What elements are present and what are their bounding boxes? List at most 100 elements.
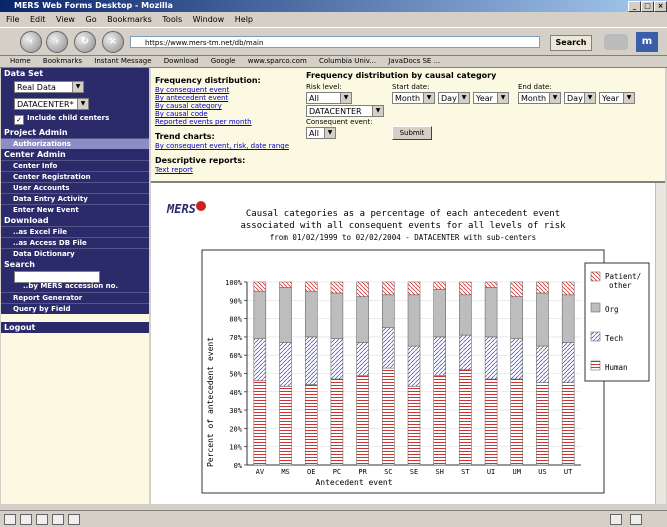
freq-heading: Frequency distribution:	[155, 76, 261, 85]
bar-patient-other-um	[510, 281, 524, 297]
link-text-report[interactable]: Text report	[155, 166, 193, 174]
menu-go[interactable]: Go	[86, 15, 97, 24]
sidebar-item-access[interactable]: ..as Access DB File	[1, 237, 149, 248]
chart-subtitle: from 01/02/1999 to 02/02/2004 - DATACENT…	[270, 233, 536, 242]
sidebar-item-center-registration[interactable]: Center Registration	[1, 171, 149, 182]
chevron-down-icon: ▼	[458, 93, 469, 103]
chevron-down-icon: ▼	[324, 128, 335, 138]
link-by-causal-code[interactable]: By causal code	[155, 110, 208, 118]
sidebar-item-user-accounts[interactable]: User Accounts	[1, 182, 149, 193]
sidebar-item-report-generator[interactable]: Report Generator	[1, 292, 149, 303]
dataset-header: Data Set	[1, 68, 149, 79]
bar-patient-other-av	[253, 281, 267, 292]
composer-icon[interactable]	[52, 514, 64, 525]
connection-icon	[610, 514, 622, 525]
bar-org-ui	[484, 287, 498, 338]
x-tick-label: UM	[513, 468, 521, 476]
close-button[interactable]: ×	[654, 1, 667, 12]
chevron-down-icon: ▼	[423, 93, 434, 103]
sidebar-item-data-dictionary[interactable]: Data Dictionary	[1, 248, 149, 259]
bookmark-javadocs[interactable]: JavaDocs SE ...	[388, 57, 440, 65]
menu-help[interactable]: Help	[235, 15, 253, 24]
start-month-select[interactable]: Month ▼	[392, 92, 435, 104]
y-tick-label: 40%	[229, 389, 242, 397]
back-icon[interactable]: ‹	[20, 31, 42, 53]
bar-human-av	[253, 380, 267, 466]
menu-window[interactable]: Window	[193, 15, 225, 24]
bar-tech-se	[407, 345, 421, 387]
menu-file[interactable]: File	[6, 15, 19, 24]
bar-human-sc	[382, 367, 395, 466]
mail-icon[interactable]	[20, 514, 32, 525]
bookmark-sparco[interactable]: www.sparco.com	[248, 57, 307, 65]
start-day-select[interactable]: Day ▼	[438, 92, 470, 104]
bar-org-av	[253, 290, 267, 339]
consequent-select[interactable]: All ▼	[306, 127, 336, 139]
risk-select[interactable]: All ▼	[306, 92, 352, 104]
maximize-button[interactable]: □	[641, 1, 654, 12]
navigator-icon[interactable]	[4, 514, 16, 525]
end-month-select[interactable]: Month ▼	[518, 92, 561, 104]
bar-tech-ut	[561, 342, 575, 383]
search-button[interactable]: Search	[550, 35, 592, 51]
bar-tech-ui	[484, 336, 498, 380]
bookmarks-toolbar: Home Bookmarks Instant Message Download …	[0, 55, 667, 68]
chat-icon[interactable]	[36, 514, 48, 525]
link-trend[interactable]: By consequent event, risk, date range	[155, 142, 289, 150]
link-reported-per-month[interactable]: Reported events per month	[155, 118, 252, 126]
y-tick-label: 90%	[229, 297, 242, 305]
link-by-consequent[interactable]: By consequent event	[155, 86, 229, 94]
bar-tech-um	[510, 338, 524, 380]
end-year-select[interactable]: Year ▼	[599, 92, 635, 104]
vertical-scrollbar[interactable]	[655, 183, 666, 504]
bar-org-ms	[279, 287, 292, 343]
sidebar-item-enter-new-event[interactable]: Enter New Event	[1, 204, 149, 215]
download-header: Download	[1, 215, 149, 226]
bookmark-home[interactable]: Home	[10, 57, 31, 65]
url-field[interactable]: https://www.mers-tm.net/db/main	[130, 36, 540, 48]
x-tick-label: UI	[487, 468, 495, 476]
bar-org-sh	[433, 289, 446, 338]
sidebar-item-authorizations[interactable]: Authorizations	[1, 138, 149, 149]
logout-link[interactable]: Logout	[1, 322, 149, 333]
sidebar-item-center-info[interactable]: Center Info	[1, 160, 149, 171]
bookmark-columbia[interactable]: Columbia Univ...	[319, 57, 376, 65]
legend-swatch-org	[590, 302, 601, 313]
stop-icon[interactable]: ×	[102, 31, 124, 53]
include-children-checkbox[interactable]: ✓	[14, 115, 24, 125]
menu-tools[interactable]: Tools	[162, 15, 182, 24]
menu-view[interactable]: View	[56, 15, 75, 24]
bookmark-instant-message[interactable]: Instant Message	[94, 57, 151, 65]
print-icon[interactable]	[604, 34, 628, 50]
desc-heading: Descriptive reports:	[155, 156, 246, 165]
bar-tech-sh	[433, 336, 446, 376]
reload-icon[interactable]: ↻	[74, 31, 96, 53]
bookmark-download[interactable]: Download	[164, 57, 199, 65]
sidebar-item-query-by-field[interactable]: Query by Field	[1, 303, 149, 314]
sidebar-item-excel[interactable]: ..as Excel File	[1, 226, 149, 237]
address-book-icon[interactable]	[68, 514, 80, 525]
dataset-select[interactable]: Real Data ▼	[14, 81, 84, 93]
forward-icon[interactable]: ›	[46, 31, 68, 53]
submit-button[interactable]: Submit	[392, 126, 432, 140]
risk-label: Risk level:	[306, 83, 342, 91]
bar-patient-other-se	[407, 281, 421, 296]
window-title-bar: MERS Web Forms Desktop - Mozilla _ □ ×	[0, 0, 667, 12]
menu-bookmarks[interactable]: Bookmarks	[107, 15, 152, 24]
bar-org-pc	[330, 292, 344, 339]
x-tick-label: US	[538, 468, 546, 476]
link-by-antecedent[interactable]: By antecedent event	[155, 94, 228, 102]
link-by-causal-category[interactable]: By causal category	[155, 102, 222, 110]
minimize-button[interactable]: _	[628, 1, 641, 12]
center-select[interactable]: DATACENTER* ▼	[14, 98, 89, 110]
bookmark-bookmarks[interactable]: Bookmarks	[43, 57, 82, 65]
start-year-select[interactable]: Year ▼	[473, 92, 509, 104]
end-day-select[interactable]: Day ▼	[564, 92, 596, 104]
sidebar-item-data-entry-activity[interactable]: Data Entry Activity	[1, 193, 149, 204]
filter-panel: Frequency distribution: By consequent ev…	[151, 68, 665, 183]
y-tick-label: 100%	[225, 279, 243, 287]
bookmark-google[interactable]: Google	[211, 57, 236, 65]
bar-tech-us	[536, 345, 549, 383]
menu-edit[interactable]: Edit	[30, 15, 46, 24]
center-filter-select[interactable]: DATACENTER ▼	[306, 105, 384, 117]
